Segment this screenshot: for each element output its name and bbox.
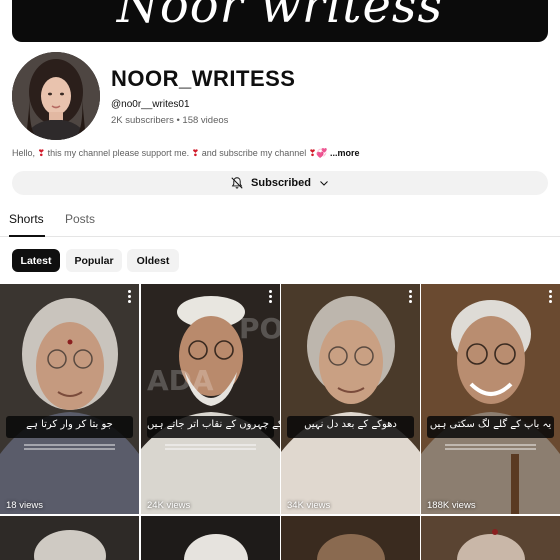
caption-bar: جو بتا کر وار کرتا ہے (6, 416, 133, 438)
short-tile[interactable] (141, 516, 280, 560)
heart-emoji: ❣ (37, 148, 46, 158)
desc-part-1: Hello, (12, 148, 38, 158)
desc-part-3: and subscribe my channel (199, 148, 309, 158)
avatar-image (12, 52, 100, 140)
filter-chip-latest[interactable]: Latest (12, 249, 60, 272)
short-caption: بس ان کے چہروں کے نقاب اتر جاتے ہیں (147, 419, 280, 430)
short-caption: جو بتا کر وار کرتا ہے (26, 419, 113, 430)
more-link[interactable]: ...more (328, 148, 360, 158)
shorts-grid: جو بتا کر وار کرتا ہے 18 views ADA POOD … (0, 284, 560, 560)
short-views: 24K views (147, 500, 191, 511)
caption-bar: بس ان کے چہروں کے نقاب اتر جاتے ہیں (147, 416, 280, 438)
channel-handle: @no0r__writes01 (111, 99, 190, 110)
channel-name: NOOR_WRITESS (111, 66, 296, 91)
credit-lines (8, 442, 131, 452)
channel-tabs: Shorts Posts (0, 208, 560, 237)
active-tab-indicator (9, 235, 45, 237)
short-thumbnail (281, 284, 420, 514)
short-thumbnail (421, 516, 560, 560)
short-views: 34K views (287, 500, 331, 511)
banner-text: Noor writess (116, 0, 444, 34)
credit-lines (429, 442, 552, 452)
bell-off-icon (231, 177, 243, 189)
filter-chip-oldest[interactable]: Oldest (127, 249, 179, 272)
subscribed-label: Subscribed (251, 177, 311, 189)
chevron-down-icon (320, 181, 328, 186)
short-thumbnail (421, 284, 560, 514)
short-tile[interactable] (0, 516, 139, 560)
short-tile[interactable]: یہ باپ کے گلے لگ سکتی ہیں 188K views (421, 284, 560, 514)
filter-chip-popular[interactable]: Popular (66, 249, 122, 272)
channel-stats: 2K subscribers • 158 videos (111, 115, 229, 126)
short-views: 188K views (427, 500, 476, 511)
more-options-icon[interactable] (549, 290, 553, 304)
background-lettering: POOD (239, 312, 280, 345)
hearts-emoji: ❣💞 (308, 148, 328, 158)
channel-avatar[interactable] (12, 52, 100, 140)
caption-bar: یہ باپ کے گلے لگ سکتی ہیں (427, 416, 554, 438)
tab-posts[interactable]: Posts (65, 212, 95, 226)
short-tile[interactable] (281, 516, 420, 560)
short-thumbnail (281, 516, 420, 560)
short-thumbnail (141, 516, 280, 560)
subscribed-button[interactable]: Subscribed (12, 171, 548, 195)
short-caption: یہ باپ کے گلے لگ سکتی ہیں (429, 419, 552, 430)
credit-lines (149, 442, 272, 452)
short-views: 18 views (6, 500, 43, 511)
short-tile[interactable]: دھوکے کے بعد دل نہیں 34K views (281, 284, 420, 514)
short-tile[interactable]: ADA POOD بس ان کے چہروں کے نقاب اتر جاتے… (141, 284, 280, 514)
channel-description[interactable]: Hello, ❣ this my channel please support … (12, 148, 360, 159)
tab-shorts[interactable]: Shorts (9, 212, 44, 226)
channel-banner: Noor writess (12, 0, 548, 42)
short-thumbnail (0, 284, 139, 514)
caption-bar: دھوکے کے بعد دل نہیں (287, 416, 414, 438)
short-tile[interactable] (421, 516, 560, 560)
desc-part-2: this my channel please support me. (45, 148, 192, 158)
background-lettering: ADA (147, 364, 214, 397)
more-options-icon[interactable] (269, 290, 273, 304)
short-caption: دھوکے کے بعد دل نہیں (304, 419, 397, 430)
more-options-icon[interactable] (409, 290, 413, 304)
short-tile[interactable]: جو بتا کر وار کرتا ہے 18 views (0, 284, 139, 514)
short-thumbnail (0, 516, 139, 560)
more-options-icon[interactable] (128, 290, 132, 304)
